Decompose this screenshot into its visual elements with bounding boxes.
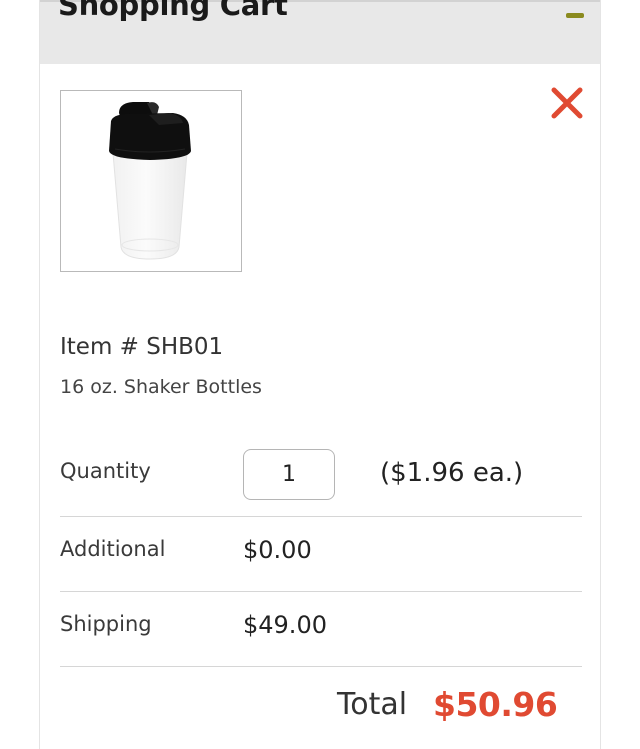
additional-label: Additional [60, 537, 166, 561]
additional-row: Additional $0.00 [60, 535, 582, 575]
shaker-bottle-image [109, 102, 191, 260]
item-number: Item # SHB01 [60, 334, 224, 360]
total-label: Total [337, 687, 408, 722]
shopping-cart-panel: Shopping Cart Item # SHB01 16 oz. Shaker… [39, 0, 601, 749]
total-value: $50.96 [433, 685, 558, 724]
quantity-label: Quantity [60, 459, 151, 483]
cart-header[interactable]: Shopping Cart [40, 0, 600, 64]
divider [60, 591, 582, 592]
quantity-row: Quantity ($1.96 ea.) [60, 449, 582, 501]
page: Shopping Cart Item # SHB01 16 oz. Shaker… [0, 0, 640, 749]
additional-value: $0.00 [243, 536, 312, 564]
quantity-input[interactable] [243, 449, 335, 500]
cart-title: Shopping Cart [58, 0, 288, 22]
collapse-button[interactable] [566, 10, 584, 20]
shipping-value: $49.00 [243, 611, 327, 639]
unit-price: ($1.96 ea.) [380, 458, 524, 488]
minus-icon [566, 13, 584, 18]
divider [60, 666, 582, 667]
product-image[interactable] [60, 90, 242, 272]
shipping-label: Shipping [60, 612, 152, 636]
item-description: 16 oz. Shaker Bottles [60, 376, 262, 398]
close-icon [551, 87, 583, 119]
remove-item-button[interactable] [550, 86, 584, 120]
shipping-row: Shipping $49.00 [60, 610, 582, 650]
divider [60, 516, 582, 517]
